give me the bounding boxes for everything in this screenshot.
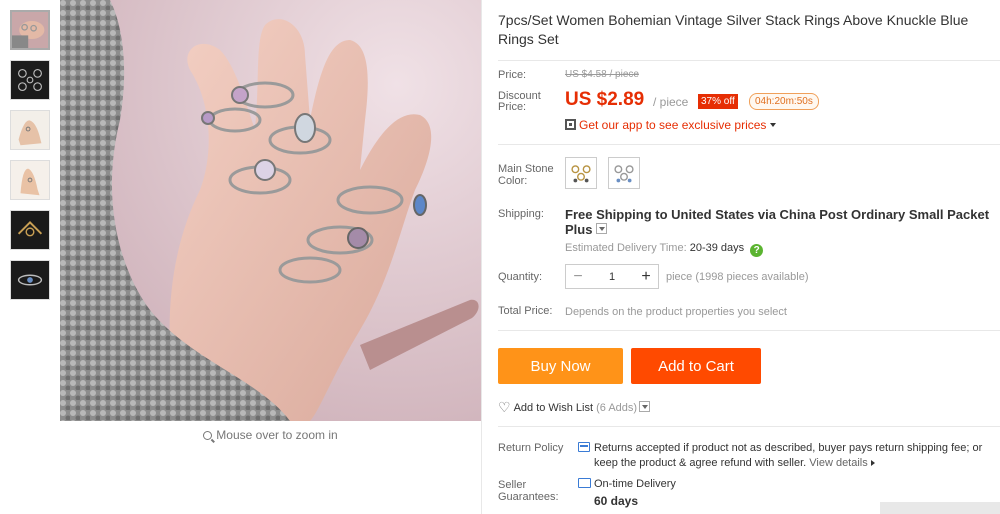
zoom-hint: Mouse over to zoom in: [60, 428, 481, 442]
thumbnail-5[interactable]: [10, 210, 50, 250]
price-label: Price:: [498, 69, 527, 81]
seller-guarantees-label-line2: Guarantees:: [498, 491, 559, 503]
thumbnail-3[interactable]: [10, 110, 50, 150]
original-price: US $4.58 / piece: [565, 69, 639, 80]
qr-code-icon: [565, 119, 576, 130]
add-to-cart-button[interactable]: Add to Cart: [631, 348, 761, 384]
return-policy-label: Return Policy: [498, 442, 564, 454]
main-product-image[interactable]: [60, 0, 481, 421]
product-info-panel: 7pcs/Set Women Bohemian Vintage Silver S…: [498, 0, 1000, 514]
countdown-timer: 04h:20m:50s: [749, 93, 819, 110]
ontime-delivery-days: 60 days: [594, 494, 639, 508]
thumbnail-6[interactable]: [10, 260, 50, 300]
price-unit: / piece: [653, 95, 689, 109]
stone-color-option-gold[interactable]: [565, 157, 597, 189]
quantity-increase-button[interactable]: +: [634, 265, 658, 288]
quantity-stepper: − 1 +: [565, 264, 659, 289]
thumbnail-2[interactable]: [10, 60, 50, 100]
estimated-delivery: Estimated Delivery Time: 20-39 days ?: [565, 242, 764, 257]
arrow-right-icon: [870, 460, 875, 466]
panel-divider: [481, 0, 482, 514]
total-price-note: Depends on the product properties you se…: [565, 306, 787, 318]
add-to-wishlist-link[interactable]: ♡ Add to Wish List (6 Adds): [498, 399, 651, 416]
total-price-label: Total Price:: [498, 305, 553, 317]
thumbnail-strip: [10, 10, 52, 310]
wishlist-dropdown-icon[interactable]: [639, 401, 651, 412]
shipping-method[interactable]: Free Shipping to United States via China…: [565, 207, 1000, 222]
view-details-link[interactable]: View details: [809, 457, 868, 469]
discount-badge: 37% off: [698, 94, 738, 109]
ontime-delivery: On-time Delivery: [594, 478, 676, 490]
floating-tab[interactable]: [880, 502, 1000, 514]
divider: [498, 330, 1000, 331]
app-promo-link[interactable]: Get our app to see exclusive prices: [565, 118, 777, 132]
discount-price-label-line2: Price:: [498, 101, 527, 113]
shipping-label: Shipping:: [498, 208, 544, 220]
return-policy-text: Returns accepted if product not as descr…: [594, 442, 983, 469]
divider: [498, 426, 1000, 427]
quantity-input[interactable]: 1: [590, 265, 634, 288]
divider: [498, 144, 1000, 145]
current-price: US $2.89: [565, 89, 645, 110]
quantity-decrease-button[interactable]: −: [566, 265, 590, 288]
truck-icon: [578, 478, 591, 488]
help-icon[interactable]: ?: [750, 244, 764, 257]
return-policy-icon: [578, 442, 590, 452]
thumbnail-4[interactable]: [10, 160, 50, 200]
shipping-method-line2[interactable]: Plus: [565, 222, 608, 237]
product-title: 7pcs/Set Women Bohemian Vintage Silver S…: [498, 12, 969, 47]
stone-color-option-silver[interactable]: [608, 157, 640, 189]
magnifier-icon: [203, 431, 213, 440]
seller-guarantees-label-line1: Seller: [498, 479, 527, 491]
quantity-label: Quantity:: [498, 271, 543, 283]
stock-note: piece (1998 pieces available): [666, 271, 809, 283]
caret-down-icon: [770, 123, 777, 127]
shipping-dropdown-icon[interactable]: [596, 223, 608, 234]
main-stone-label-line2: Color:: [498, 175, 528, 187]
thumbnail-1[interactable]: [10, 10, 50, 50]
divider: [498, 60, 1000, 61]
main-stone-label-line1: Main Stone: [498, 163, 554, 175]
buy-now-button[interactable]: Buy Now: [498, 348, 623, 384]
heart-icon: ♡: [498, 399, 511, 415]
